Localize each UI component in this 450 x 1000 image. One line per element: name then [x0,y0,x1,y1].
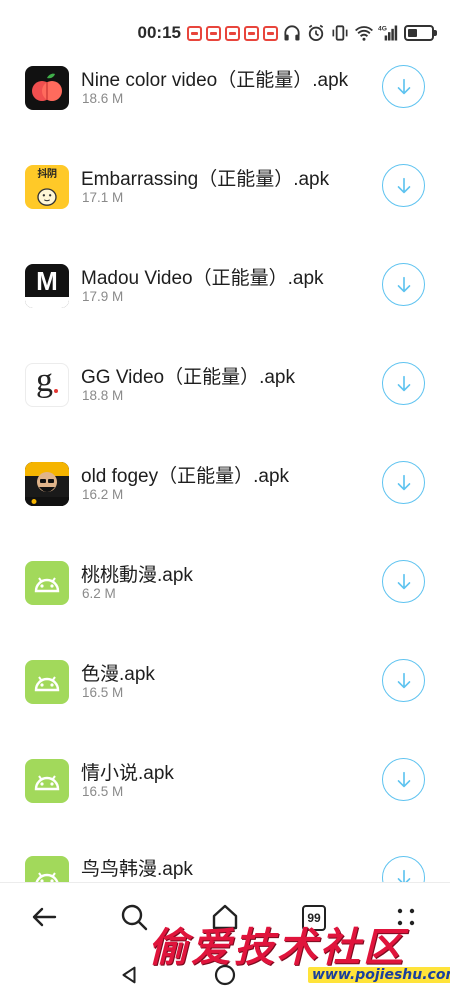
gg-app-icon: g [25,363,69,407]
download-button[interactable] [382,758,425,801]
list-item[interactable]: 情小说.apk 16.5 M [0,733,450,832]
download-icon [397,771,410,787]
list-item[interactable]: 色漫.apk 16.5 M [0,634,450,733]
fogey-app-icon [25,462,69,506]
back-button[interactable] [28,901,60,933]
notification-icon [187,25,202,41]
download-icon [397,177,410,193]
android-icon [25,856,69,882]
list-item[interactable]: g GG Video（正能量）.apk 18.8 M [0,337,450,436]
file-size: 17.9 M [82,289,124,304]
list-item[interactable]: M Madou Video（正能量）.apk 17.9 M [0,238,450,337]
download-button[interactable] [382,856,425,882]
android-icon [25,561,69,605]
notification-icon [225,25,240,41]
list-item[interactable]: 鸟鸟韩漫.apk [0,832,450,882]
alarm-icon [306,23,326,43]
download-icon [397,573,410,589]
file-name: 情小说.apk [81,763,174,784]
more-button[interactable] [390,901,422,933]
status-bar: 00:15 4G [0,0,450,64]
download-icon [397,375,410,391]
home-button[interactable] [209,901,241,933]
signal-4g-icon: 4G [378,23,398,43]
file-size: 16.5 M [82,784,124,799]
network-label: 4G [378,26,387,33]
more-icon [397,908,415,926]
tabs-button[interactable]: 99 [302,905,326,931]
search-icon [121,904,148,931]
file-name: Madou Video（正能量）.apk [81,268,324,289]
yellow-app-icon: 抖阴 [25,165,69,209]
file-size: 16.5 M [82,685,124,700]
file-name: 桃桃動漫.apk [81,565,193,586]
file-name: Embarrassing（正能量）.apk [81,169,330,190]
list-item[interactable]: 桃桃動漫.apk 6.2 M [0,535,450,634]
peach-app-icon [25,66,69,110]
list-item[interactable]: old fogey（正能量）.apk 16.2 M [0,436,450,535]
file-list: Nine color video（正能量）.apk 18.6 M 抖阴 Emba… [0,40,450,882]
app-icon-dot [54,389,58,393]
download-button[interactable] [382,659,425,702]
download-icon [397,672,410,688]
file-name: old fogey（正能量）.apk [81,466,290,487]
file-name: GG Video（正能量）.apk [81,367,296,388]
download-icon [397,78,410,94]
triangle-back-icon [122,966,136,984]
status-time: 00:15 [137,23,181,42]
wifi-icon [354,23,374,43]
download-button[interactable] [382,164,425,207]
app-icon-text: g [36,363,53,399]
download-icon [397,869,410,882]
download-button[interactable] [382,362,425,405]
vibrate-icon [330,23,350,43]
download-icon [397,474,410,490]
battery-icon [404,25,437,41]
android-icon [25,759,69,803]
download-button[interactable] [382,263,425,306]
file-size: 18.6 M [82,91,124,106]
notification-icon [263,25,278,41]
notification-icon [206,25,221,41]
madou-app-icon: M [25,264,69,308]
back-icon [32,907,57,927]
file-size: 16.2 M [82,487,124,502]
download-button[interactable] [382,461,425,504]
download-icon [397,276,410,292]
list-item[interactable]: 抖阴 Embarrassing（正能量）.apk 17.1 M [0,139,450,238]
download-button[interactable] [382,560,425,603]
app-icon-text: 抖阴 [37,169,58,180]
headphones-icon [282,23,302,43]
file-name: 鸟鸟韩漫.apk [81,859,193,880]
system-back-button[interactable] [116,960,142,990]
home-icon [212,904,238,930]
search-button[interactable] [118,901,150,933]
file-size: 6.2 M [82,586,116,601]
status-icons: 00:15 4G [137,22,437,44]
app-icon-text: M [36,266,58,296]
system-home-button[interactable] [211,960,239,990]
circle-home-icon [214,964,236,986]
file-size: 17.1 M [82,190,124,205]
download-button[interactable] [382,65,425,108]
app-icon-banner [25,297,69,308]
notification-icon [244,25,259,41]
file-name: Nine color video（正能量）.apk [81,70,349,91]
android-icon [25,660,69,704]
file-name: 色漫.apk [81,664,155,685]
file-size: 18.8 M [82,388,124,403]
